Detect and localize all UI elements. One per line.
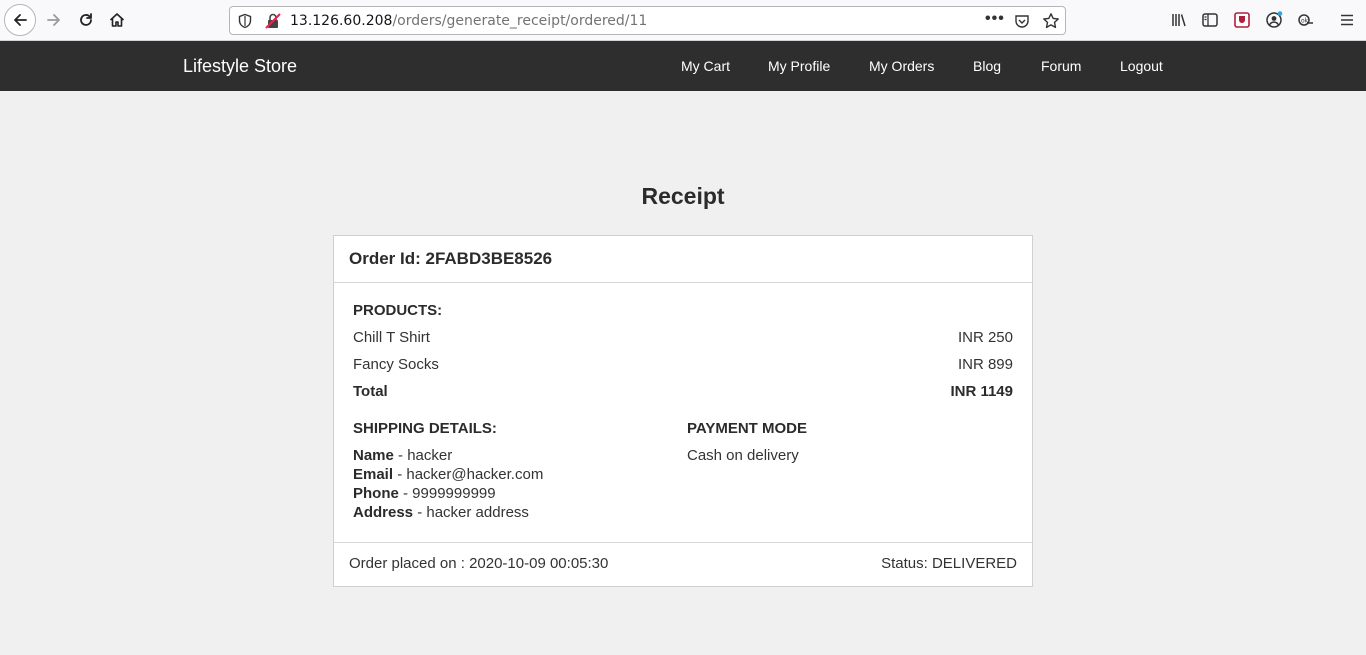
shipping-name-label: Name [353, 447, 394, 464]
order-id: Order Id: 2FABD3BE8526 [349, 249, 553, 268]
bookmark-star-icon[interactable] [1042, 12, 1060, 30]
receipt-footer: Order placed on : 2020-10-09 00:05:30 St… [334, 542, 1032, 586]
payment-mode: Cash on delivery [687, 447, 799, 464]
shipping-address-value: - hacker address [413, 504, 529, 521]
total-label: Total [353, 383, 388, 400]
shipping-email-label: Email [353, 466, 394, 483]
url-path: /orders/generate_receipt/ordered/11 [392, 13, 648, 29]
library-icon[interactable] [1170, 11, 1188, 29]
shipping-name-value: - hacker [393, 447, 453, 464]
extension-shield-icon[interactable] [1233, 11, 1251, 29]
brand-link[interactable]: Lifestyle Store [183, 56, 297, 77]
total-value: INR 1149 [950, 383, 1013, 400]
menu-icon[interactable] [1338, 11, 1356, 29]
order-placed-date: Order placed on : 2020-10-09 00:05:30 [349, 555, 609, 572]
sidebar-icon[interactable] [1201, 11, 1219, 29]
nav-blog[interactable]: Blog [973, 58, 1001, 74]
page-title: Receipt [641, 183, 725, 209]
nav-my-cart[interactable]: My Cart [681, 58, 730, 74]
arrow-right-icon [47, 14, 60, 26]
arrow-left-icon [14, 14, 27, 26]
back-button[interactable] [4, 4, 36, 36]
product-price: INR 250 [957, 329, 1013, 346]
shipping-phone-label: Phone [353, 485, 399, 502]
home-button[interactable] [101, 4, 133, 36]
pocket-icon[interactable] [1014, 13, 1030, 29]
browser-toolbar: 13.126.60.208/orders/generate_receipt/or… [0, 0, 1366, 41]
shipping-name: Name - hacker [353, 447, 452, 464]
page-actions-button[interactable]: ••• [985, 10, 1005, 28]
shipping-phone: Phone - 9999999999 [353, 485, 496, 502]
extension-icon[interactable]: ok [1297, 11, 1315, 29]
nav-my-profile[interactable]: My Profile [768, 58, 830, 74]
receipt-panel: Order Id: 2FABD3BE8526 PRODUCTS: Chill T… [333, 235, 1033, 587]
shipping-address: Address - hacker address [353, 504, 529, 521]
payment-heading: PAYMENT MODE [687, 420, 808, 437]
insecure-lock-icon[interactable] [264, 12, 282, 30]
shield-icon[interactable] [237, 13, 253, 29]
product-name: Chill T Shirt [353, 329, 430, 346]
nav-my-orders[interactable]: My Orders [869, 58, 934, 74]
products-heading: PRODUCTS: [353, 302, 443, 319]
shipping-phone-value: - 9999999999 [398, 485, 496, 502]
shipping-email: Email - hacker@hacker.com [353, 466, 543, 483]
shipping-email-value: - hacker@hacker.com [393, 466, 544, 483]
shipping-heading: SHIPPING DETAILS: [353, 420, 497, 437]
nav-logout[interactable]: Logout [1120, 58, 1163, 74]
product-name: Fancy Socks [353, 356, 439, 373]
account-icon[interactable] [1265, 11, 1283, 29]
product-price: INR 899 [957, 356, 1013, 373]
reload-icon [80, 13, 92, 26]
site-navbar: Lifestyle Store My Cart My Profile My Or… [0, 41, 1366, 91]
home-icon [109, 13, 125, 27]
receipt-header: Order Id: 2FABD3BE8526 [334, 236, 1032, 283]
order-status: Status: DELIVERED [881, 555, 1017, 572]
reload-button[interactable] [70, 4, 102, 36]
svg-text:ok: ok [1301, 18, 1309, 25]
forward-button[interactable] [38, 4, 70, 36]
address-bar[interactable]: 13.126.60.208/orders/generate_receipt/or… [229, 6, 1066, 35]
url-host: 13.126.60.208 [290, 13, 393, 29]
shipping-address-label: Address [353, 504, 414, 521]
nav-forum[interactable]: Forum [1041, 58, 1081, 74]
url-text[interactable]: 13.126.60.208/orders/generate_receipt/or… [290, 13, 647, 29]
